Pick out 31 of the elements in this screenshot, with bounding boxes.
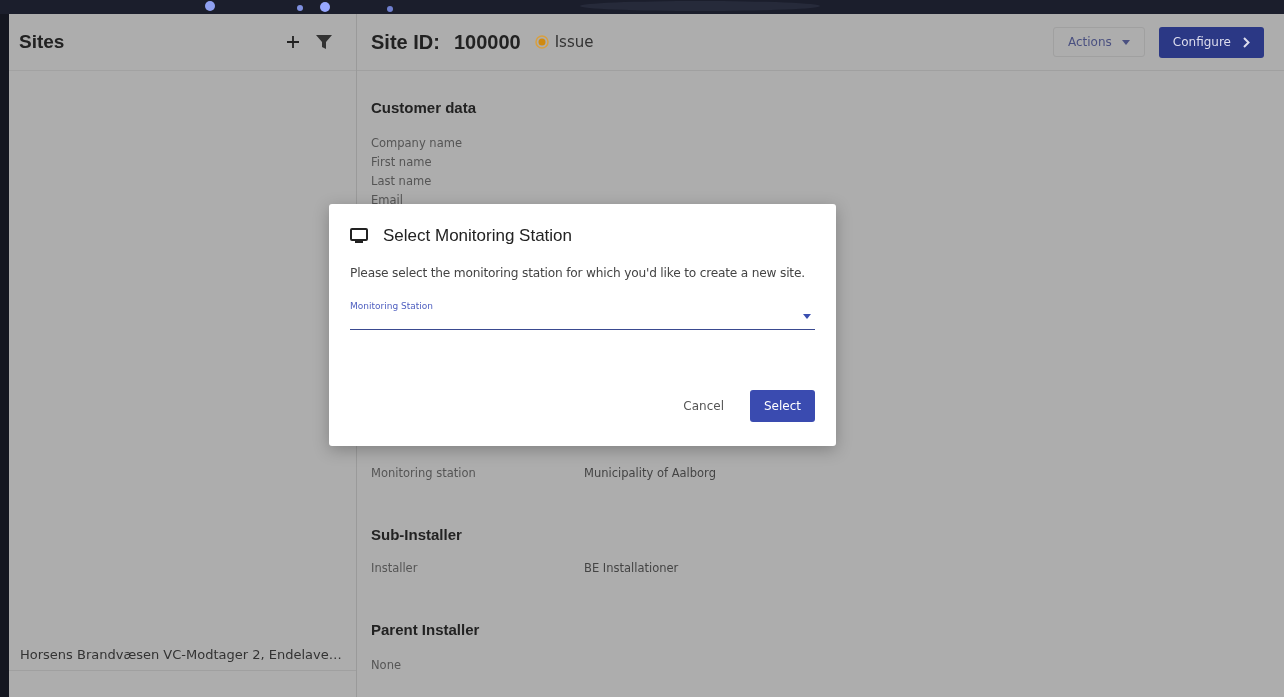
field-label: Email xyxy=(371,192,404,209)
field-value: Municipality of Aalborg xyxy=(584,466,716,480)
monitor-icon xyxy=(350,228,368,244)
caret-icon xyxy=(803,314,811,319)
status-dot-icon xyxy=(534,35,549,49)
field-label: Installer xyxy=(371,561,419,575)
filter-icon[interactable] xyxy=(316,34,332,50)
site-id-label: Site ID: xyxy=(371,30,440,54)
field-label: None xyxy=(371,657,402,674)
dialog-title: Select Monitoring Station xyxy=(383,226,572,246)
site-list-item[interactable]: Horsens Brandvæsen VC-Modtager 2, Endelave… xyxy=(9,639,356,671)
select-button[interactable]: Select xyxy=(749,390,815,422)
status-label: Issue xyxy=(554,33,594,51)
section-heading: Parent Installer xyxy=(371,621,481,638)
actions-button[interactable]: Actions xyxy=(1053,27,1145,57)
configure-button[interactable]: Configure xyxy=(1158,26,1264,58)
section-heading: Sub-Installer xyxy=(371,526,463,543)
caret-icon xyxy=(1121,39,1130,45)
monitoring-station-dropdown[interactable]: Monitoring Station xyxy=(350,294,815,330)
field-label: First name xyxy=(371,154,433,171)
section-heading: Customer data xyxy=(371,99,478,116)
dialog-message: Please select the monitoring station for which you'd like to create a new site. xyxy=(350,266,806,280)
site-id: 100000 xyxy=(453,30,521,54)
field-value: BE Installationer xyxy=(584,561,679,575)
plus-icon[interactable] xyxy=(286,35,300,49)
field-label: Monitoring station xyxy=(371,466,477,480)
chevron-right-icon xyxy=(1243,36,1250,48)
cancel-button[interactable]: Cancel xyxy=(677,398,730,414)
sidebar-title: Sites xyxy=(19,31,66,53)
field-label: Last name xyxy=(371,173,433,190)
field-label: Company name xyxy=(371,135,463,152)
